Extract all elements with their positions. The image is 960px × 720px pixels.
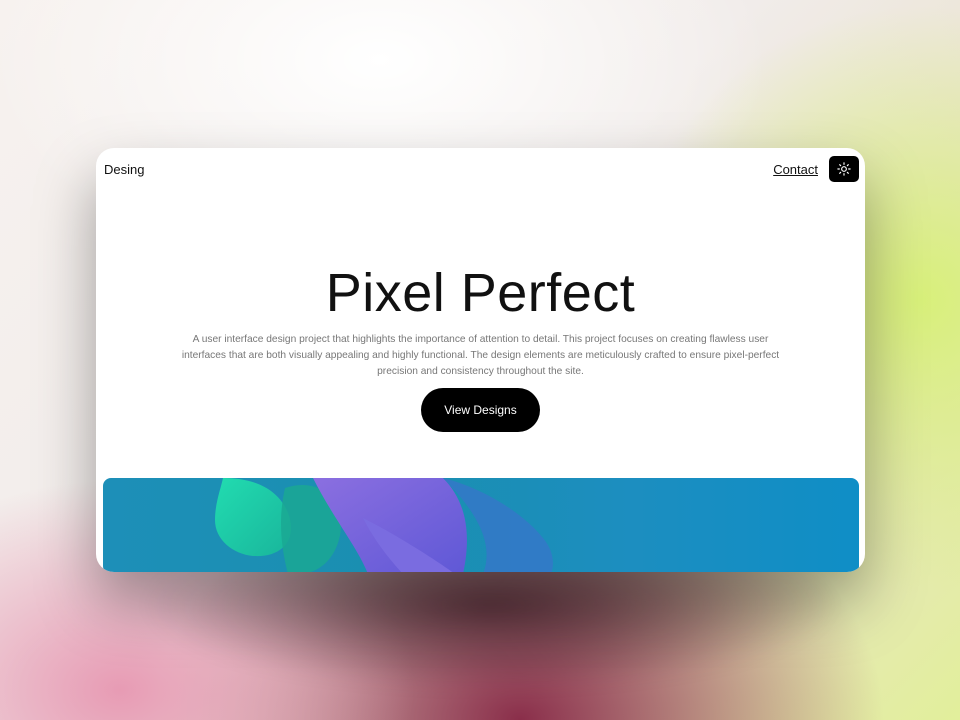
hero-description: A user interface design project that hig…	[181, 334, 780, 378]
sun-icon	[837, 162, 851, 176]
abstract-shapes-graphic	[215, 478, 553, 572]
view-designs-button[interactable]: View Designs	[421, 388, 540, 432]
theme-toggle-button[interactable]	[829, 156, 859, 182]
hero-title: Pixel Perfect	[325, 263, 636, 324]
hero-banner-image	[103, 478, 859, 572]
top-nav: Desing Contact	[96, 148, 865, 192]
brand-logo[interactable]: Desing	[104, 162, 144, 177]
website-card: Desing Contact Pixel Perfect A user inte…	[96, 148, 865, 572]
contact-link[interactable]: Contact	[773, 162, 818, 177]
